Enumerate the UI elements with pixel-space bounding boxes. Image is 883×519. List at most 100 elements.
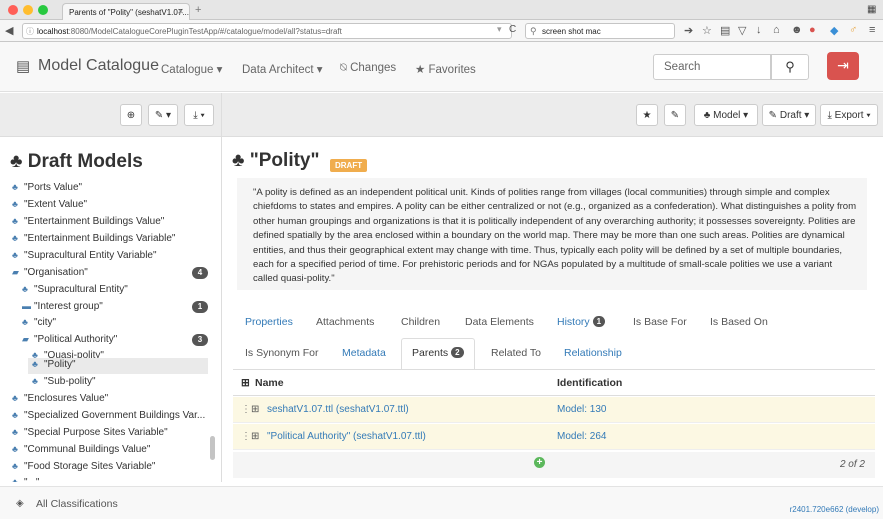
tab-relationship[interactable]: Relationship [564, 347, 622, 359]
reload-icon[interactable]: C [509, 24, 516, 35]
row-handle-icon[interactable]: ⋮ [241, 431, 251, 442]
tree-item-organisation[interactable]: ▰ "Organisation" [12, 267, 88, 281]
row-identification-link[interactable]: Model: 264 [557, 431, 606, 442]
forward-arrow-icon[interactable]: ➔ [684, 24, 693, 37]
extension-badge-icon[interactable]: ♂ [849, 24, 857, 36]
chat-icon[interactable]: ☻ [791, 24, 803, 36]
minimize-window-icon[interactable] [23, 5, 33, 15]
addon-icon[interactable]: ● [809, 24, 816, 36]
edit-dropdown-button[interactable]: ✎ ▾ [148, 104, 178, 126]
close-window-icon[interactable] [8, 5, 18, 15]
browser-tab-title: Parents of "Polity" (seshatV1.07.... [69, 8, 190, 17]
url-field[interactable]: ⓘ localhost:8080/ModelCatalogueCorePlugi… [22, 23, 512, 39]
extension-icon[interactable]: ◆ [830, 24, 838, 37]
row-identification-link[interactable]: Model: 130 [557, 404, 606, 415]
tree-item-label: "Communal Buildings Value" [24, 444, 151, 455]
tab-properties[interactable]: Properties [245, 316, 293, 328]
nav-catalogue[interactable]: Catalogue ▾ [161, 62, 222, 76]
tree-item[interactable]: ♣ "Enclosures Value" [12, 393, 108, 407]
nav-changes[interactable]: ⍉ Changes [340, 62, 396, 75]
tree-item[interactable]: ♣ "Food Storage Sites Variable" [12, 461, 155, 475]
tree-item-political-authority[interactable]: ▰ "Political Authority" [22, 334, 117, 348]
plus-circle-icon: ⊕ [126, 110, 136, 121]
tab-history[interactable]: History 1 [557, 316, 606, 328]
table-row[interactable]: ⋮ ⊞ seshatV1.07.ttl (seshatV1.07.ttl) Mo… [233, 397, 875, 423]
tree-item[interactable]: ♣ "Ports Value" [12, 182, 82, 196]
tab-data-elements[interactable]: Data Elements [465, 316, 534, 328]
tree-item[interactable]: ♣ "Supracultural Entity" [22, 284, 128, 298]
tree-item-label: "Ports Value" [24, 182, 83, 193]
new-tab-icon[interactable]: + [195, 4, 201, 16]
expand-row-icon[interactable]: ⊞ [251, 431, 259, 442]
tab-is-synonym-for[interactable]: Is Synonym For [245, 347, 319, 359]
tree-item[interactable]: ♣ "Communal Buildings Value" [12, 444, 150, 458]
download-icon[interactable]: ↓ [756, 24, 762, 36]
row-name-link[interactable]: seshatV1.07.ttl (seshatV1.07.ttl) [267, 404, 409, 415]
tab-children[interactable]: Children [401, 316, 440, 328]
row-name-link[interactable]: "Political Authority" (seshatV1.07.ttl) [267, 431, 426, 442]
tree-item[interactable]: ♣ "city" [22, 317, 56, 331]
bottom-bar: ◈ All Classifications r2401.720e662 (dev… [0, 486, 883, 519]
row-handle-icon[interactable]: ⋮ [241, 404, 251, 415]
expand-all-icon[interactable]: ⊞ [241, 377, 250, 389]
model-dropdown-button[interactable]: ♣ Model ▾ [694, 104, 758, 126]
tree-item-selected[interactable]: ♣ "Polity" [28, 358, 208, 374]
add-button[interactable]: ⊕ [120, 104, 142, 126]
tree-item[interactable]: ♣ "Extent Value" [12, 199, 87, 213]
tab-metadata[interactable]: Metadata [342, 347, 386, 359]
favorite-button[interactable]: ★ [636, 104, 658, 126]
tree-item-label: "Supracultural Entity Variable" [24, 250, 157, 261]
tree-item-label: "Political Authority" [34, 334, 118, 345]
close-tab-icon[interactable]: ✕ [177, 7, 184, 16]
nav-catalogue-label: Catalogue [161, 64, 214, 76]
export-dropdown-button[interactable]: ⤓ Export ▾ [820, 104, 878, 126]
sidebar-scrollbar[interactable] [210, 436, 215, 460]
tree-item[interactable]: ♣ "Entertainment Buildings Variable" [12, 233, 175, 247]
sitemap-icon: ♣ [232, 150, 245, 171]
bookmark-star-icon[interactable]: ☆ [702, 24, 712, 37]
tab-related-to[interactable]: Related To [491, 347, 541, 359]
dropdown-icon[interactable]: ▾ [497, 24, 502, 35]
all-classifications-link[interactable]: All Classifications [36, 498, 118, 510]
tree-item[interactable]: ♣ "Specialized Government Buildings Var..… [12, 410, 205, 424]
column-name[interactable]: Name [255, 377, 284, 389]
tree-item-label: "Entertainment Buildings Value" [24, 216, 165, 227]
tree-item[interactable]: ♣ "..." [12, 477, 39, 482]
draft-dropdown-button[interactable]: ✎ Draft ▾ [762, 104, 816, 126]
tab-attachments[interactable]: Attachments [316, 316, 374, 328]
logout-button[interactable]: ⇥ [827, 52, 859, 80]
tree-item[interactable]: ♣ "Supracultural Entity Variable" [12, 250, 157, 264]
pencil-icon: ✎ [154, 110, 164, 121]
star-icon: ★ [642, 110, 652, 121]
tree-item[interactable]: ♣ "Entertainment Buildings Value" [12, 216, 164, 230]
brand-title[interactable]: Model Catalogue [38, 57, 159, 75]
expand-row-icon[interactable]: ⊞ [251, 404, 259, 415]
browser-search-field[interactable]: ⚲ screen shot mac [525, 23, 675, 39]
nav-data-architect[interactable]: Data Architect ▾ [242, 62, 323, 76]
tree-item-label: "Food Storage Sites Variable" [24, 461, 156, 472]
search-button[interactable]: ⚲ [771, 54, 809, 80]
pocket-icon[interactable]: ▽ [738, 24, 746, 37]
tab-is-base-for[interactable]: Is Base For [633, 316, 687, 328]
back-icon[interactable]: ◀ [5, 24, 13, 37]
browser-tab[interactable]: Parents of "Polity" (seshatV1.07.... ✕ [62, 3, 190, 20]
grid-icon[interactable]: ▦ [867, 4, 876, 15]
star-icon: ★ [415, 64, 426, 76]
search-input[interactable]: Search [653, 54, 771, 80]
model-icon: ♣ [12, 393, 18, 403]
table-row[interactable]: ⋮ ⊞ "Political Authority" (seshatV1.07.t… [233, 424, 875, 450]
tree-item[interactable]: ♣ "Special Purpose Sites Variable" [12, 427, 168, 441]
home-icon[interactable]: ⌂ [773, 24, 780, 36]
tree-item[interactable]: ♣ "Sub-polity" [32, 376, 96, 390]
tab-parents[interactable]: Parents 2 [401, 338, 475, 370]
tree-item-interest-group[interactable]: ▬ "Interest group" [22, 301, 103, 315]
edit-button[interactable]: ✎ [664, 104, 686, 126]
nav-favorites[interactable]: ★ Favorites [415, 62, 476, 76]
column-identification[interactable]: Identification [557, 377, 622, 389]
tab-is-based-on[interactable]: Is Based On [710, 316, 768, 328]
import-dropdown-button[interactable]: ⤓ ▾ [184, 104, 214, 126]
add-relation-icon[interactable]: + [534, 457, 545, 468]
maximize-window-icon[interactable] [38, 5, 48, 15]
reading-list-icon[interactable]: ▤ [720, 24, 730, 37]
menu-icon[interactable]: ≡ [869, 24, 875, 36]
